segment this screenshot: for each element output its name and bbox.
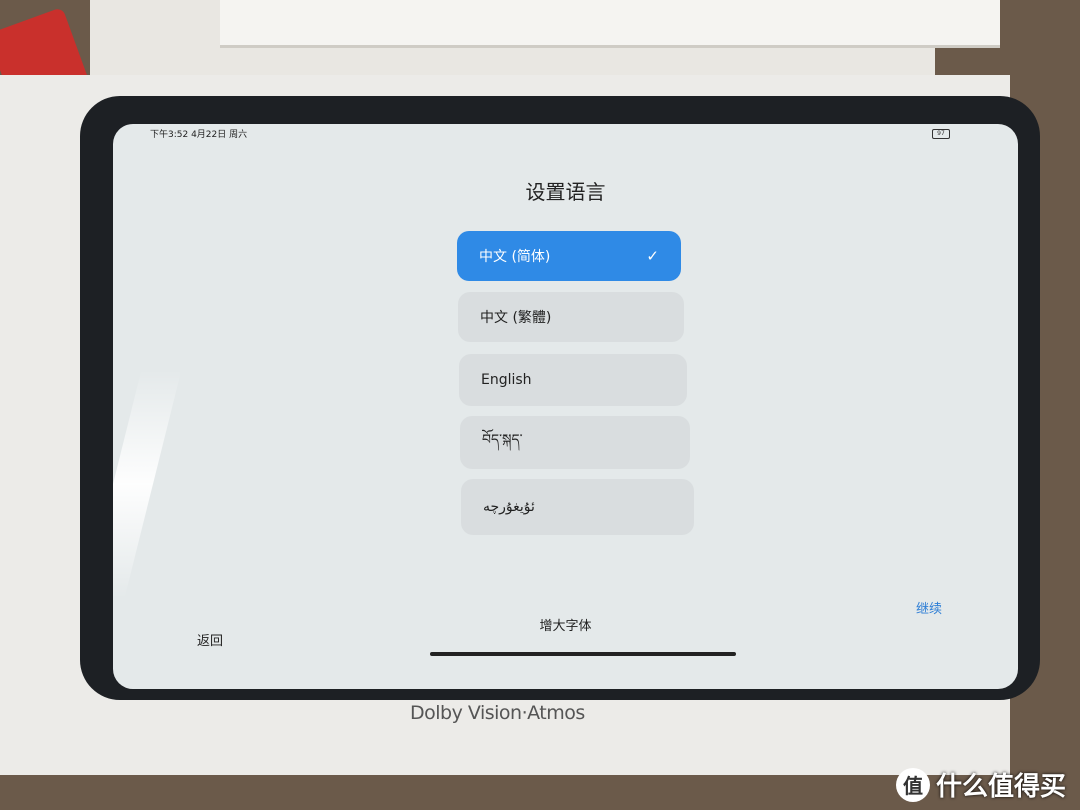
tablet-screen: 下午3:52 4月22日 周六 97 设置语言 中文 (简体) ✓ 中文 (繁體…	[113, 124, 1018, 689]
language-label: English	[481, 372, 532, 388]
language-label: བོད་སྐད་	[482, 431, 523, 448]
dolby-logo: Dolby Vision·Atmos	[410, 702, 585, 724]
watermark-text: 什么值得买	[935, 772, 1066, 802]
page-title: 设置语言	[525, 180, 606, 204]
continue-button[interactable]: 继续	[916, 598, 942, 617]
language-option-zh-hans[interactable]: 中文 (简体) ✓	[457, 231, 681, 281]
language-option-uyghur[interactable]: ئۇيغۇرچە	[461, 479, 694, 535]
check-icon: ✓	[646, 247, 659, 265]
language-option-english[interactable]: English	[459, 354, 687, 406]
larger-font-button[interactable]: 增大字体	[113, 615, 1018, 634]
language-label: 中文 (简体)	[479, 249, 551, 265]
language-label: ئۇيغۇرچە	[483, 499, 535, 515]
language-option-zh-hant[interactable]: 中文 (繁體)	[458, 292, 684, 342]
packaging-box-lid	[90, 0, 1000, 80]
watermark: 值 什么值得买	[895, 766, 1066, 803]
watermark-icon: 值	[895, 767, 930, 802]
home-indicator[interactable]	[430, 652, 736, 656]
status-time: 下午3:52 4月22日 周六	[150, 130, 248, 140]
screen-glare	[113, 369, 182, 599]
battery-icon: 97	[932, 129, 950, 139]
language-option-tibetan[interactable]: བོད་སྐད་	[460, 416, 690, 469]
language-label: 中文 (繁體)	[480, 310, 552, 326]
